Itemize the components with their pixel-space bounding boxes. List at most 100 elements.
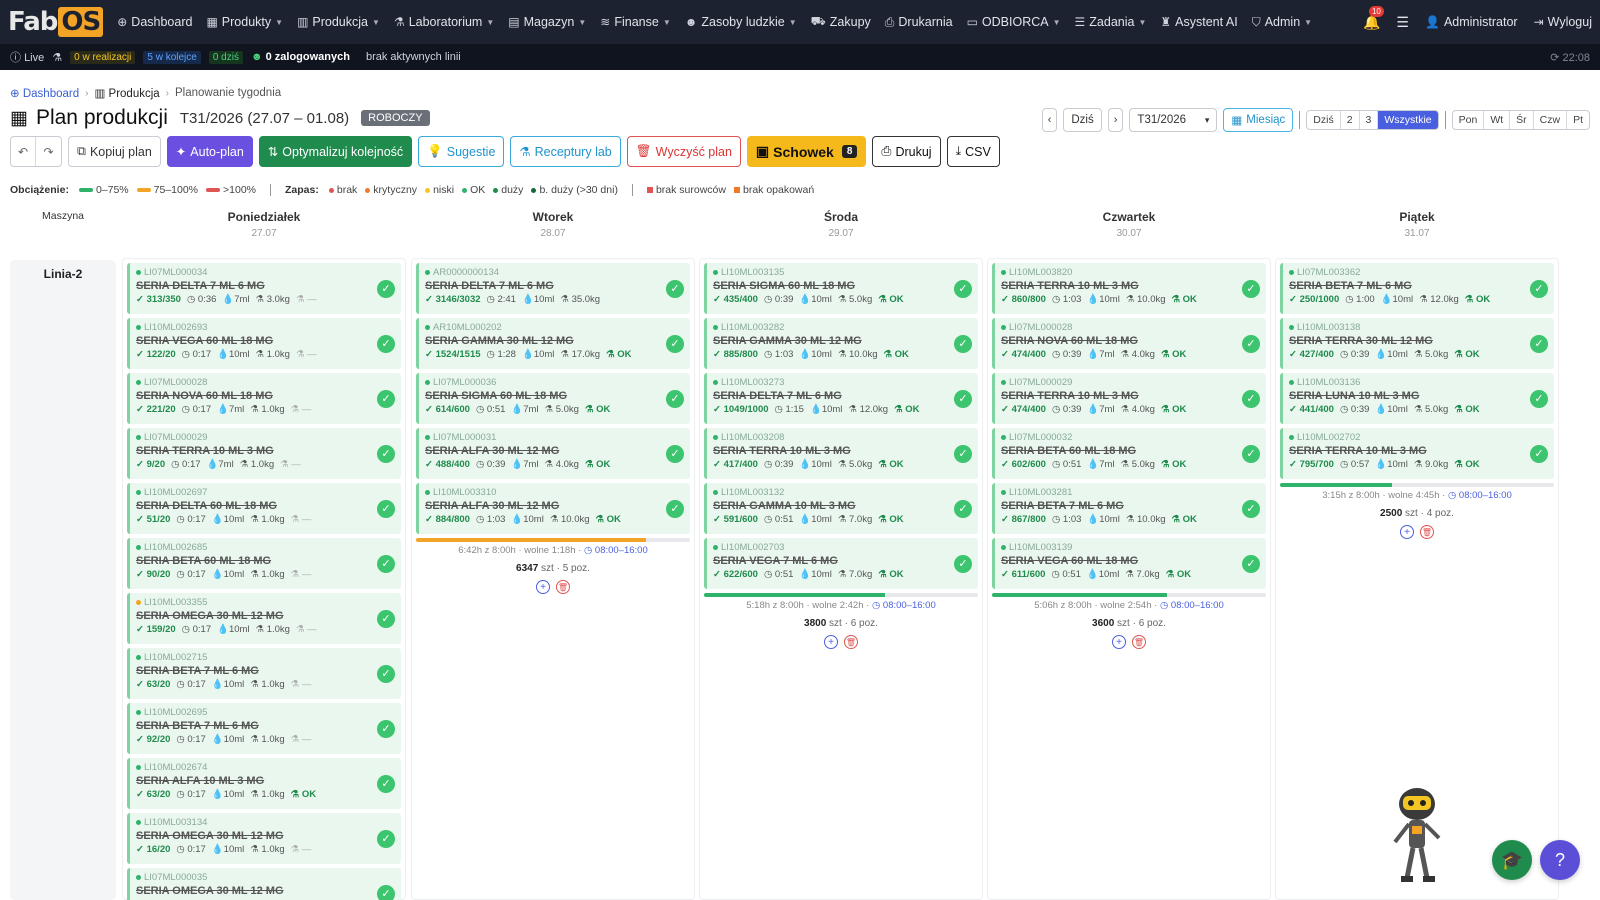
completed-check-icon[interactable]: ✓ [377, 499, 395, 518]
help-question-icon[interactable]: ? [1540, 840, 1580, 880]
nav-item-finanse[interactable]: ≋ Finanse ▼ [600, 15, 670, 29]
completed-check-icon[interactable]: ✓ [377, 609, 395, 628]
nav-item-admin[interactable]: ⛉ Admin ▼ [1252, 15, 1312, 30]
completed-check-icon[interactable]: ✓ [954, 444, 972, 463]
logout-link[interactable]: ⇥ Wyloguj [1534, 15, 1592, 29]
suggestions-button[interactable]: 💡 Sugestie [418, 136, 505, 167]
completed-check-icon[interactable]: ✓ [666, 389, 684, 408]
completed-check-icon[interactable]: ✓ [666, 334, 684, 353]
production-order-card[interactable]: LI10ML002685 SERIA BETA 60 ML 18 MG ✓ 90/2… [127, 538, 401, 589]
production-order-card[interactable]: LI07ML000028 SERIA NOVA 60 ML 18 MG ✓ 221/… [127, 373, 401, 424]
completed-check-icon[interactable]: ✓ [377, 884, 395, 900]
nav-item-dashboard[interactable]: ⊕ Dashboard [117, 15, 192, 29]
production-order-card[interactable]: LI10ML002674 SERIA ALFA 10 ML 3 MG ✓ 63/20… [127, 758, 401, 809]
completed-check-icon[interactable]: ✓ [1530, 279, 1548, 298]
production-order-card[interactable]: LI10ML003820 SERIA TERRA 10 ML 3 MG ✓ 860/… [992, 263, 1266, 314]
completed-check-icon[interactable]: ✓ [954, 334, 972, 353]
completed-check-icon[interactable]: ✓ [1530, 334, 1548, 353]
production-order-card[interactable]: LI07ML000031 SERIA ALFA 30 ML 12 MG ✓ 488/… [416, 428, 690, 479]
ai-assistant-robot-icon[interactable] [1385, 782, 1449, 890]
production-order-card[interactable]: LI10ML003208 SERIA TERRA 10 ML 3 MG ✓ 417/… [704, 428, 978, 479]
production-order-card[interactable]: LI07ML000032 SERIA BETA 60 ML 18 MG ✓ 602/… [992, 428, 1266, 479]
completed-check-icon[interactable]: ✓ [377, 664, 395, 683]
production-order-card[interactable]: LI07ML000029 SERIA TERRA 10 ML 3 MG ✓ 9/20… [127, 428, 401, 479]
completed-check-icon[interactable]: ✓ [377, 279, 395, 298]
production-order-card[interactable]: LI10ML002702 SERIA TERRA 10 ML 3 MG ✓ 795/… [1280, 428, 1554, 479]
completed-check-icon[interactable]: ✓ [954, 499, 972, 518]
completed-check-icon[interactable]: ✓ [377, 719, 395, 738]
completed-check-icon[interactable]: ✓ [1530, 389, 1548, 408]
production-order-card[interactable]: AR10ML000202 SERIA GAMMA 30 ML 12 MG ✓ 152… [416, 318, 690, 369]
optimize-order-button[interactable]: ⇅ Optymalizuj kolejność [258, 136, 413, 167]
shift-option[interactable]: 2 [1341, 111, 1360, 129]
lab-recipes-button[interactable]: ⚗ Receptury lab [510, 136, 621, 167]
print-button[interactable]: ⎙ Drukuj [872, 136, 941, 167]
completed-check-icon[interactable]: ✓ [954, 389, 972, 408]
nav-item-produkty[interactable]: ▦ Produkty ▼ [206, 15, 283, 29]
completed-check-icon[interactable]: ✓ [377, 774, 395, 793]
day-option[interactable]: Śr [1510, 111, 1534, 129]
completed-check-icon[interactable]: ✓ [377, 554, 395, 573]
nav-item-produkcja[interactable]: ▥ Produkcja ▼ [297, 15, 380, 29]
delete-day-icon[interactable]: 🗑 [1420, 525, 1434, 539]
delete-day-icon[interactable]: 🗑 [844, 635, 858, 649]
today-button[interactable]: Dziś [1063, 108, 1102, 132]
nav-item-zasoby-ludzkie[interactable]: ☻ Zasoby ludzkie ▼ [685, 15, 797, 29]
production-order-card[interactable]: LI10ML003273 SERIA DELTA 7 ML 6 MG ✓ 1049/… [704, 373, 978, 424]
production-order-card[interactable]: LI10ML002715 SERIA BETA 7 ML 6 MG ✓ 63/20 ◷… [127, 648, 401, 699]
production-order-card[interactable]: LI10ML003138 SERIA TERRA 30 ML 12 MG ✓ 427… [1280, 318, 1554, 369]
completed-check-icon[interactable]: ✓ [1242, 554, 1260, 573]
nav-item-drukarnia[interactable]: ⎙ Drukarnia [885, 15, 953, 30]
delete-day-icon[interactable]: 🗑 [1132, 635, 1146, 649]
production-order-card[interactable]: LI10ML003310 SERIA ALFA 30 ML 12 MG ✓ 884/… [416, 483, 690, 534]
add-order-icon[interactable]: + [1400, 525, 1414, 539]
production-order-card[interactable]: LI10ML002697 SERIA DELTA 60 ML 18 MG ✓ 51/… [127, 483, 401, 534]
delete-day-icon[interactable]: 🗑 [556, 580, 570, 594]
completed-check-icon[interactable]: ✓ [1242, 279, 1260, 298]
completed-check-icon[interactable]: ✓ [377, 829, 395, 848]
production-order-card[interactable]: LI07ML000036 SERIA SIGMA 60 ML 18 MG ✓ 614… [416, 373, 690, 424]
nav-item-laboratorium[interactable]: ⚗ Laboratorium ▼ [394, 15, 494, 29]
auto-plan-button[interactable]: ✦ Auto-plan [166, 136, 253, 167]
production-order-card[interactable]: LI07ML000035 SERIA OMEGA 30 ML 12 MG ✓ [127, 868, 401, 900]
completed-check-icon[interactable]: ✓ [666, 444, 684, 463]
nav-item-odbiorca[interactable]: ▭ ODBIORCA ▼ [967, 15, 1061, 29]
csv-export-button[interactable]: ⤓ CSV [946, 136, 1000, 167]
nav-item-magazyn[interactable]: ▤ Magazyn ▼ [508, 15, 586, 29]
production-order-card[interactable]: LI07ML000028 SERIA NOVA 60 ML 18 MG ✓ 474/… [992, 318, 1266, 369]
completed-check-icon[interactable]: ✓ [954, 554, 972, 573]
completed-check-icon[interactable]: ✓ [377, 389, 395, 408]
day-option[interactable]: Pt [1567, 111, 1589, 129]
notifications-bell-icon[interactable]: 🔔 10 [1363, 5, 1384, 31]
day-option[interactable]: Pon [1453, 111, 1485, 129]
shift-option[interactable]: 3 [1360, 111, 1379, 129]
completed-check-icon[interactable]: ✓ [1242, 444, 1260, 463]
menu-icon[interactable]: ☰ [1396, 14, 1409, 31]
copy-plan-button[interactable]: ⧉ Kopiuj plan [68, 136, 161, 167]
week-select[interactable]: T31/2026 ▾ [1129, 108, 1218, 132]
completed-check-icon[interactable]: ✓ [666, 499, 684, 518]
prev-week-button[interactable]: ‹ [1041, 108, 1058, 132]
fabos-logo[interactable]: Fab OS [8, 7, 104, 37]
completed-check-icon[interactable]: ✓ [377, 444, 395, 463]
production-order-card[interactable]: LI10ML002695 SERIA BETA 7 ML 6 MG ✓ 92/20 ◷… [127, 703, 401, 754]
add-order-icon[interactable]: + [536, 580, 550, 594]
undo-icon[interactable]: ↶ [11, 137, 36, 166]
day-option[interactable]: Wt [1484, 111, 1511, 129]
nav-item-zadania[interactable]: ☰ Zadania ▼ [1075, 15, 1147, 29]
shift-option[interactable]: Wszystkie [1378, 111, 1438, 129]
production-order-card[interactable]: LI10ML003136 SERIA LUNA 10 ML 3 MG ✓ 441/4… [1280, 373, 1554, 424]
breadcrumb-production[interactable]: ▥ Produkcja [94, 86, 159, 100]
month-view-button[interactable]: ▦ Miesiąc [1223, 108, 1294, 132]
completed-check-icon[interactable]: ✓ [1242, 334, 1260, 353]
completed-check-icon[interactable]: ✓ [666, 279, 684, 298]
production-order-card[interactable]: LI07ML003362 SERIA BETA 7 ML 6 MG ✓ 250/10… [1280, 263, 1554, 314]
add-order-icon[interactable]: + [824, 635, 838, 649]
day-option[interactable]: Czw [1534, 111, 1568, 129]
production-order-card[interactable]: LI10ML003132 SERIA GAMMA 10 ML 3 MG ✓ 591/… [704, 483, 978, 534]
nav-item-zakupy[interactable]: ⛟ Zakupy [811, 14, 871, 30]
user-menu[interactable]: 👤 Administrator [1425, 15, 1518, 29]
production-order-card[interactable]: LI10ML003134 SERIA OMEGA 30 ML 12 MG ✓ 16/… [127, 813, 401, 864]
clear-plan-button[interactable]: 🗑 Wyczyść plan [626, 136, 741, 167]
production-order-card[interactable]: LI10ML002693 SERIA VEGA 60 ML 18 MG ✓ 122/… [127, 318, 401, 369]
